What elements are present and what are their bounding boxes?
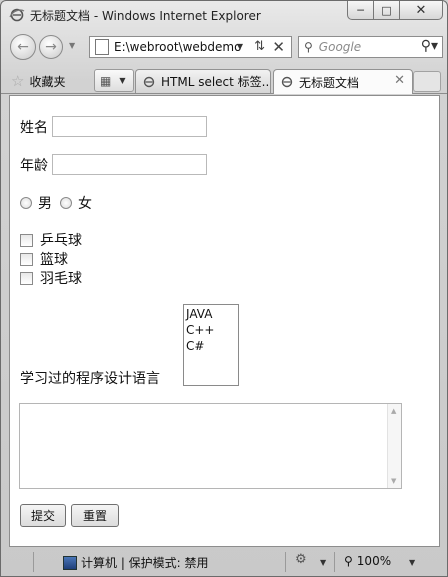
name-label: 姓名 [20,119,48,136]
submit-button[interactable]: 提交 [20,504,66,527]
tab-row: ☆ 收藏夹 ▦ ▼ HTML select 标签... 无标题文档 ✕ [1,66,447,94]
zoom-level: 100% [356,554,392,568]
security-zone[interactable]: 计算机 | 保护模式: 禁用 [63,554,209,571]
minimize-button[interactable]: ─ [347,1,374,20]
tab-label: 无标题文档 [299,75,360,90]
close-button[interactable]: ✕ [399,1,443,20]
history-dropdown-icon[interactable]: ▼ [69,41,75,50]
hobby-pingpong-label: 乒乓球 [40,233,82,249]
language-option[interactable]: JAVA [186,306,236,322]
back-arrow-icon: ← [17,39,29,55]
search-provider-icon: ⚲ [304,40,313,54]
tab-untitled-document[interactable]: 无标题文档 ✕ [273,69,413,94]
window-title: 无标题文档 - Windows Internet Explorer [30,9,261,23]
status-divider [33,552,34,572]
page-content: 姓名 年龄 男 女 乒乓球 篮球 羽毛球 学习过的程序设计语言 JAVA C++… [9,95,440,547]
status-divider [285,552,286,572]
zoom-icon: ⚲ [344,554,353,568]
language-option[interactable]: C# [186,338,236,354]
status-bar: 计算机 | 保护模式: 禁用 ⚙ ▼ ⚲ 100% ▼ [1,547,447,576]
zone-text: 计算机 | 保护模式: 禁用 [81,556,209,570]
zoom-dropdown-icon[interactable]: ▼ [409,558,415,567]
hobby-row: 篮球 [20,249,68,269]
gender-male-radio[interactable] [20,197,32,209]
maximize-button[interactable]: □ [373,1,400,20]
gender-male-label: 男 [38,196,52,212]
search-box[interactable]: ⚲ Google ⚲▾ [298,36,443,58]
address-bar[interactable]: E:\webroot\webdemo ▼ ⇅ ✕ [89,36,292,58]
protected-mode-icon[interactable]: ⚙ [295,552,307,567]
hobby-badminton-checkbox[interactable] [20,271,33,285]
minimize-icon: ─ [357,3,364,17]
star-icon: ☆ [11,72,25,90]
zoom-control[interactable]: ⚲ 100% [344,554,391,568]
search-icon[interactable]: ⚲▾ [421,38,438,54]
textarea-scrollbar[interactable]: ▲ ▼ [387,404,401,488]
language-row: 学习过的程序设计语言 [20,368,160,388]
age-label: 年龄 [20,157,48,174]
chevron-down-icon[interactable]: ▼ [320,558,326,567]
page-icon [95,39,109,55]
name-input[interactable] [52,116,207,137]
hobby-row: 羽毛球 [20,268,82,288]
back-button[interactable]: ← [10,34,36,60]
age-input[interactable] [52,154,207,175]
gender-female-radio[interactable] [60,197,72,209]
refresh-icon[interactable]: ⇅ [254,39,265,54]
gender-female-label: 女 [78,196,92,212]
favorites-label: 收藏夹 [29,74,66,89]
status-divider [334,552,335,572]
hobby-basketball-label: 篮球 [40,252,68,268]
new-tab-button[interactable] [413,71,441,92]
language-label: 学习过的程序设计语言 [20,371,160,387]
window-controls: ─ □ ✕ [347,1,443,21]
forward-button[interactable]: → [39,35,63,59]
language-option[interactable]: C++ [186,322,236,338]
favorites-button[interactable]: ☆ 收藏夹 [11,70,65,92]
quick-tabs-button[interactable]: ▦ ▼ [94,69,134,92]
hobby-badminton-label: 羽毛球 [40,271,82,287]
browser-window: 无标题文档 - Windows Internet Explorer ─ □ ✕ … [0,0,448,577]
tab-label: HTML select 标签... [161,75,271,89]
reset-button[interactable]: 重置 [71,504,119,527]
scroll-down-icon[interactable]: ▼ [391,477,396,485]
tab-html-select[interactable]: HTML select 标签... [135,69,271,93]
close-tab-icon[interactable]: ✕ [394,73,405,88]
ie-icon [9,8,25,22]
ie-page-icon [281,76,293,88]
address-dropdown-icon[interactable]: ▼ [237,42,243,51]
grid-icon: ▦ [100,73,112,88]
hobby-row: 乒乓球 [20,230,82,250]
age-row: 年龄 [20,154,207,175]
name-row: 姓名 [20,116,207,137]
address-text[interactable]: E:\webroot\webdemo [114,40,244,54]
maximize-icon: □ [381,3,392,17]
scroll-up-icon[interactable]: ▲ [391,407,396,415]
language-listbox[interactable]: JAVA C++ C# [183,304,239,386]
gender-row: 男 女 [20,193,92,213]
title-bar: 无标题文档 - Windows Internet Explorer ─ □ ✕ [1,1,447,29]
search-placeholder[interactable]: Google [319,40,361,54]
comment-textarea[interactable]: ▲ ▼ [19,403,402,489]
hobby-basketball-checkbox[interactable] [20,252,33,266]
close-icon: ✕ [415,2,427,18]
stop-icon[interactable]: ✕ [272,38,285,56]
address-row: ← → ▼ E:\webroot\webdemo ▼ ⇅ ✕ ⚲ Google … [1,31,447,63]
chevron-down-icon: ▼ [119,76,126,85]
hobby-pingpong-checkbox[interactable] [20,233,33,247]
ie-page-icon [143,76,155,87]
forward-arrow-icon: → [45,39,57,55]
computer-icon [63,555,77,570]
